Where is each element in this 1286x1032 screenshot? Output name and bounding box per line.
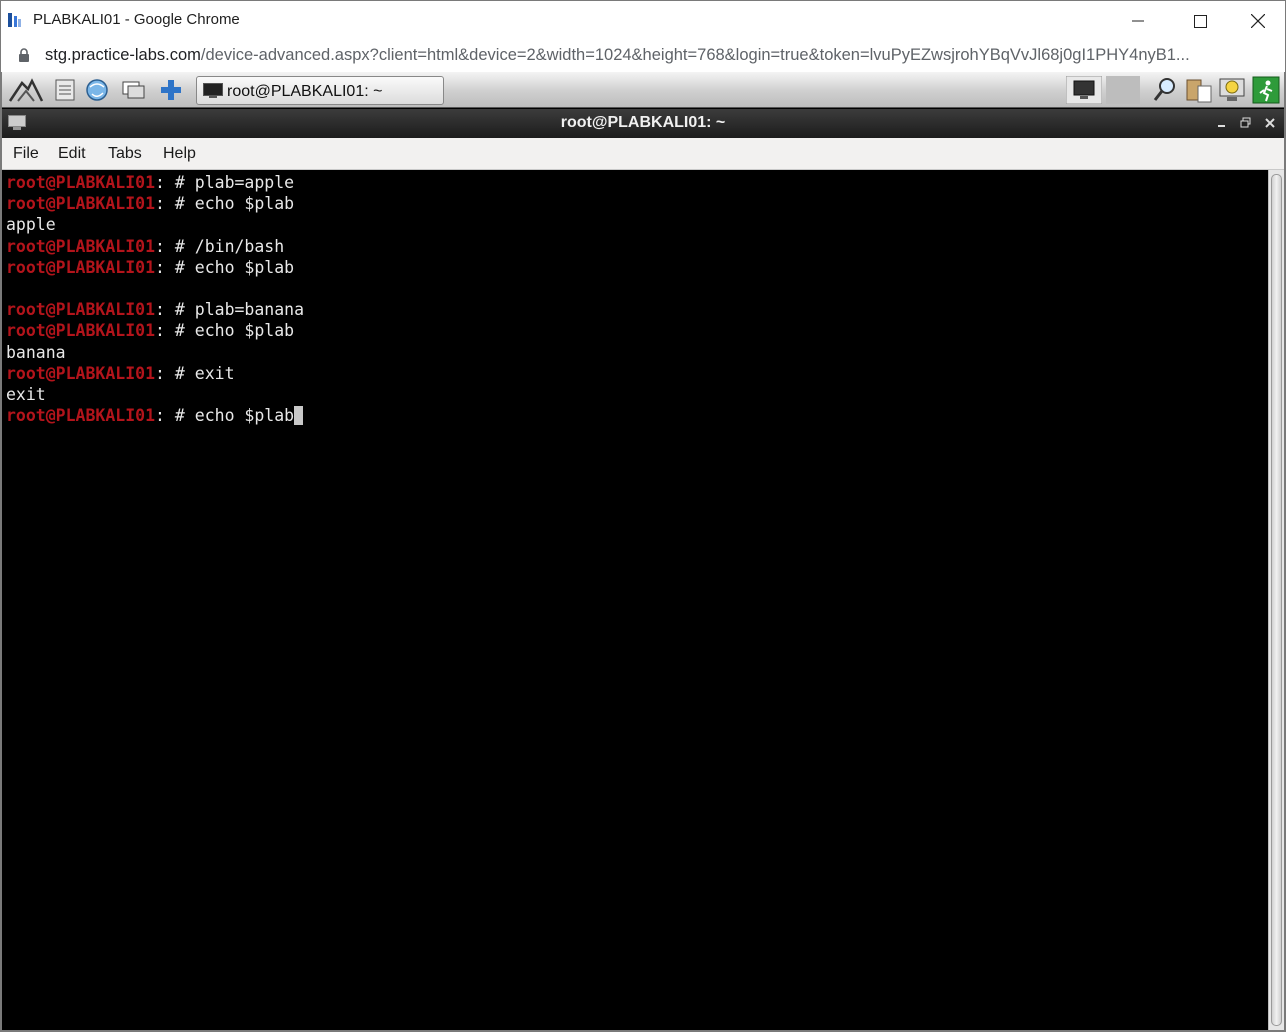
- maximize-icon: [1193, 14, 1207, 28]
- terminal-close-button[interactable]: [1262, 116, 1278, 130]
- file-manager-icon[interactable]: [52, 77, 78, 103]
- terminal-output-line: exit: [6, 385, 46, 404]
- monitor-icon[interactable]: [1066, 76, 1102, 104]
- terminal-output-line: apple: [6, 215, 56, 235]
- terminal-titlebar: root@PLABKALI01: ~: [2, 109, 1284, 138]
- menu-file[interactable]: File: [13, 145, 39, 163]
- address-bar[interactable]: stg.practice-labs.com/device-advanced.as…: [0, 40, 1286, 72]
- prompt-user-host: root@PLABKALI01: [6, 257, 156, 277]
- terminal-scrollbar[interactable]: [1268, 170, 1284, 1030]
- prompt-user-host: root@PLABKALI01: [6, 236, 156, 256]
- terminal-minimize-icon: [1218, 125, 1225, 127]
- terminal-close-icon: [1265, 118, 1275, 128]
- terminal-output-line: banana: [6, 342, 66, 362]
- command-text: /bin/bash: [194, 236, 285, 256]
- tray-placeholder-icon: [1106, 76, 1140, 104]
- command-text: echo $plab: [194, 406, 295, 426]
- terminal-command-line: root@PLABKALI01: # exit: [6, 363, 235, 384]
- minimize-icon: [1132, 20, 1144, 22]
- prompt-separator: : #: [155, 173, 195, 192]
- lock-icon[interactable]: [18, 48, 30, 63]
- prompt-user-host: root@PLABKALI01: [6, 406, 156, 426]
- display-settings-icon[interactable]: [1218, 76, 1248, 104]
- command-text: echo $plab: [194, 321, 295, 341]
- menu-tabs[interactable]: Tabs: [108, 145, 142, 163]
- prompt-separator: : #: [155, 194, 195, 214]
- close-button[interactable]: [1235, 7, 1281, 35]
- browser-titlebar: PLABKALI01 - Google Chrome: [0, 0, 1286, 40]
- terminal-command-line: root@PLABKALI01: # echo $plab: [6, 257, 294, 278]
- command-text: exit: [194, 363, 235, 383]
- menu-help[interactable]: Help: [163, 145, 196, 163]
- prompt-user-host: root@PLABKALI01: [6, 300, 156, 320]
- command-text: echo $plab: [194, 257, 295, 277]
- minimize-button[interactable]: [1115, 7, 1161, 35]
- terminal-cursor: [294, 406, 304, 426]
- prompt-separator: : #: [155, 321, 195, 341]
- terminal-maximize-icon: [1240, 117, 1251, 128]
- command-text: echo $plab: [194, 194, 295, 214]
- terminal-command-line: root@PLABKALI01: # plab=banana: [6, 299, 304, 320]
- prompt-separator: : #: [155, 406, 195, 426]
- maximize-button[interactable]: [1177, 7, 1223, 35]
- terminal-command-line: root@PLABKALI01: # echo $plab: [6, 405, 304, 426]
- clipboard-icon[interactable]: [1184, 76, 1214, 104]
- practice-labs-favicon-icon: [8, 13, 21, 27]
- url-text[interactable]: stg.practice-labs.com/device-advanced.as…: [45, 46, 1275, 65]
- desktop-taskbar: root@PLABKALI01: ~: [2, 72, 1284, 108]
- menu-edit[interactable]: Edit: [58, 145, 86, 163]
- prompt-separator: : #: [155, 300, 195, 320]
- terminal-icon: [203, 83, 223, 98]
- prompt-separator: : #: [155, 363, 195, 383]
- url-path: /device-advanced.aspx?client=html&device…: [200, 46, 1190, 64]
- command-text: plab=banana: [194, 300, 305, 320]
- terminal-command-line: root@PLABKALI01: # echo $plab: [6, 320, 294, 341]
- exit-icon[interactable]: [1252, 76, 1280, 104]
- web-browser-icon[interactable]: [84, 77, 110, 103]
- remote-desktop[interactable]: root@PLABKALI01: ~ root@PLABKALI01: ~ Fi…: [0, 72, 1286, 1032]
- terminal-minimize-button[interactable]: [1214, 116, 1230, 130]
- prompt-separator: : #: [155, 236, 195, 256]
- prompt-user-host: root@PLABKALI01: [6, 194, 156, 214]
- show-desktop-icon[interactable]: [120, 77, 146, 103]
- magnifier-icon[interactable]: [1152, 76, 1178, 104]
- prompt-separator: : #: [155, 257, 195, 277]
- prompt-user-host: root@PLABKALI01: [6, 321, 156, 341]
- add-icon[interactable]: [158, 77, 184, 103]
- kali-menu-icon[interactable]: [8, 77, 44, 103]
- url-domain: stg.practice-labs.com: [45, 46, 201, 64]
- prompt-user-host: root@PLABKALI01: [6, 363, 156, 383]
- scrollbar-thumb[interactable]: [1271, 174, 1282, 1026]
- command-text: plab=apple: [194, 173, 295, 192]
- terminal-output[interactable]: root@PLABKALI01: # plab=apple root@PLABKA…: [2, 170, 1268, 1030]
- taskbar-terminal-button[interactable]: root@PLABKALI01: ~: [196, 76, 444, 105]
- prompt-user-host: root@PLABKALI01: [6, 173, 156, 192]
- terminal-maximize-button[interactable]: [1238, 116, 1254, 130]
- browser-window-title: PLABKALI01 - Google Chrome: [33, 11, 240, 28]
- terminal-menubar: File Edit Tabs Help: [2, 138, 1284, 170]
- terminal-command-line: root@PLABKALI01: # echo $plab: [6, 193, 294, 214]
- terminal-command-line: root@PLABKALI01: # /bin/bash: [6, 236, 284, 257]
- terminal-command-line: root@PLABKALI01: # plab=apple: [6, 172, 294, 193]
- taskbar-terminal-label: root@PLABKALI01: ~: [227, 83, 383, 100]
- close-icon: [1251, 14, 1265, 28]
- terminal-window-title: root@PLABKALI01: ~: [560, 114, 726, 131]
